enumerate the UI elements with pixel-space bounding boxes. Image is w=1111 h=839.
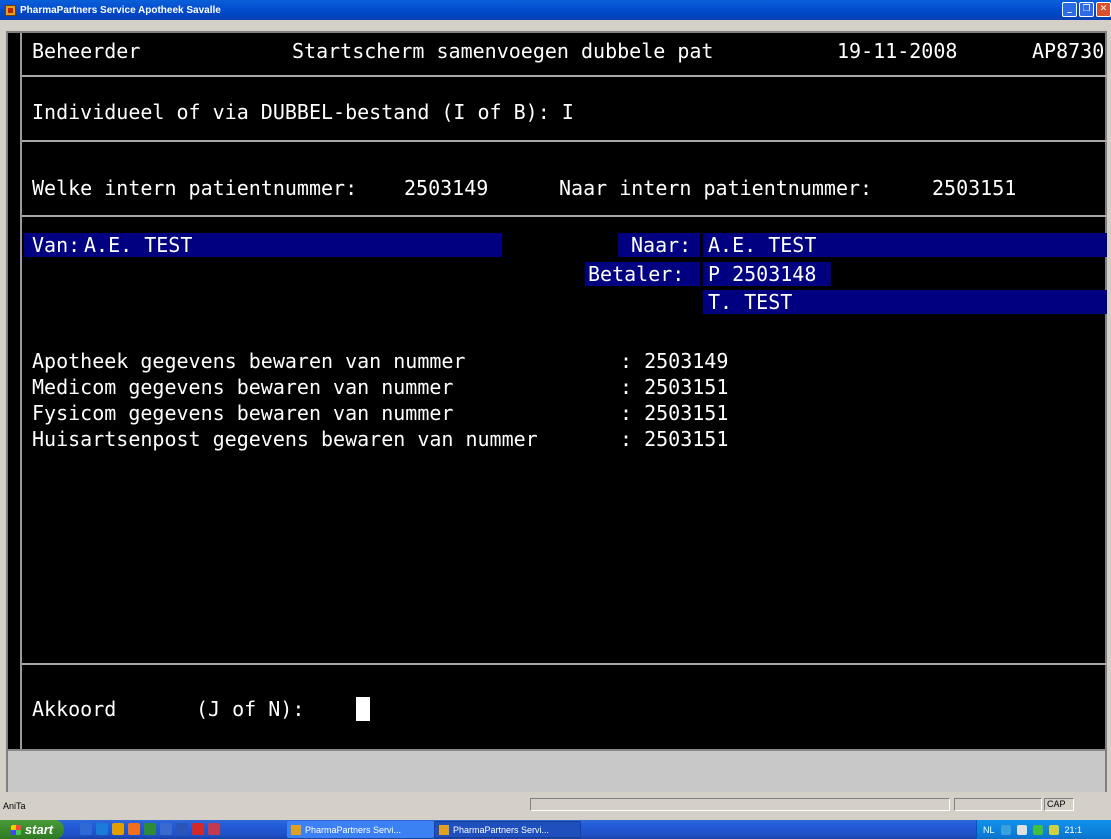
- app-icon: [5, 4, 16, 16]
- header-user: Beheerder: [32, 39, 141, 63]
- to-patient-field[interactable]: 2503151: [932, 175, 1016, 201]
- taskbar-button-pharmapartners[interactable]: PharmaPartners Servi...: [287, 821, 434, 838]
- minimize-button[interactable]: _: [1062, 2, 1077, 17]
- excel-icon[interactable]: [144, 823, 156, 835]
- browser-icon[interactable]: [96, 823, 108, 835]
- naar-name: A.E. TEST: [708, 233, 817, 257]
- confirm-prompt: (J of N):: [196, 697, 305, 721]
- terminal-content: Beheerder Startscherm samenvoegen dubbel…: [20, 33, 1107, 788]
- window-title: PharmaPartners Service Apotheek Savalle: [20, 4, 221, 16]
- confirm-input[interactable]: [346, 697, 370, 721]
- keep-row-label: Huisartsenpost gegevens bewaren van numm…: [32, 427, 550, 451]
- naar-label: Naar:: [631, 233, 692, 257]
- keep-row-value[interactable]: : 2503151: [620, 374, 728, 400]
- volume-icon[interactable]: [1016, 824, 1027, 835]
- messenger-icon[interactable]: [112, 823, 124, 835]
- status-bar: AniTa CAP: [0, 796, 1111, 820]
- system-tray: NL 21:1: [976, 820, 1111, 839]
- status-pane: [954, 798, 1042, 811]
- divider: [22, 215, 1107, 217]
- header-date: 19-11-2008: [837, 39, 958, 63]
- close-button[interactable]: ✕: [1096, 2, 1111, 17]
- status-user: AniTa: [3, 801, 26, 811]
- menu-strip: [0, 20, 1111, 31]
- start-button[interactable]: start: [0, 820, 64, 839]
- window-titlebar[interactable]: PharmaPartners Service Apotheek Savalle …: [0, 0, 1111, 20]
- taskbar-button-pharmapartners[interactable]: PharmaPartners Servi...: [434, 821, 581, 838]
- taskbar: start PharmaPartners Servi... PharmaPart…: [0, 820, 1111, 839]
- maximize-button[interactable]: ❐: [1079, 2, 1094, 17]
- word-icon[interactable]: [176, 823, 188, 835]
- outlook-icon[interactable]: [128, 823, 140, 835]
- caps-lock-indicator: CAP: [1047, 799, 1066, 809]
- task-label: PharmaPartners Servi...: [453, 824, 550, 835]
- divider: [22, 663, 1107, 665]
- betaler-label: Betaler:: [588, 262, 685, 286]
- security-icon[interactable]: [1032, 824, 1043, 835]
- text-cursor: [356, 697, 370, 721]
- keep-row-value[interactable]: : 2503149: [620, 348, 728, 374]
- app-icon: [439, 824, 449, 835]
- status-pane: [530, 798, 950, 811]
- confirm-label: Akkoord: [32, 697, 117, 721]
- windows-logo-icon: [10, 824, 21, 835]
- task-label: PharmaPartners Servi...: [305, 824, 402, 835]
- from-patient-field[interactable]: 2503149: [404, 175, 488, 201]
- keep-row-label: Apotheek gegevens bewaren van nummer: [32, 349, 550, 373]
- terminal-screen[interactable]: Beheerder Startscherm samenvoegen dubbel…: [6, 31, 1107, 792]
- to-patient-label: Naar intern patientnummer:: [559, 176, 873, 200]
- terminal-function-bar: [8, 749, 1105, 792]
- van-label: Van:: [32, 233, 81, 257]
- divider: [22, 75, 1107, 77]
- app-shortcut-icon[interactable]: [208, 823, 220, 835]
- keep-row-label: Medicom gegevens bewaren van nummer: [32, 375, 550, 399]
- start-label: start: [24, 822, 54, 837]
- explorer-icon[interactable]: [160, 823, 172, 835]
- ie-icon[interactable]: [80, 823, 92, 835]
- app-icon: [291, 824, 301, 835]
- keep-row-value[interactable]: : 2503151: [620, 400, 728, 426]
- divider: [22, 140, 1107, 142]
- keep-row-label: Fysicom gegevens bewaren van nummer: [32, 401, 550, 425]
- van-name: A.E. TEST: [84, 233, 193, 257]
- betaler-name: T. TEST: [708, 290, 793, 314]
- betaler-number: P 2503148: [708, 262, 817, 286]
- from-patient-label: Welke intern patientnummer:: [32, 176, 358, 200]
- language-indicator[interactable]: NL: [983, 825, 995, 835]
- header-code: AP8730: [1032, 39, 1105, 63]
- keep-row-value[interactable]: : 2503151: [620, 426, 728, 452]
- tray-app-icon[interactable]: [1048, 824, 1059, 835]
- media-icon[interactable]: [192, 823, 204, 835]
- mode-line[interactable]: Individueel of via DUBBEL-bestand (I of …: [32, 99, 574, 125]
- screen-title: Startscherm samenvoegen dubbele pat: [292, 39, 714, 63]
- network-icon[interactable]: [1000, 824, 1011, 835]
- clock[interactable]: 21:1: [1065, 825, 1083, 835]
